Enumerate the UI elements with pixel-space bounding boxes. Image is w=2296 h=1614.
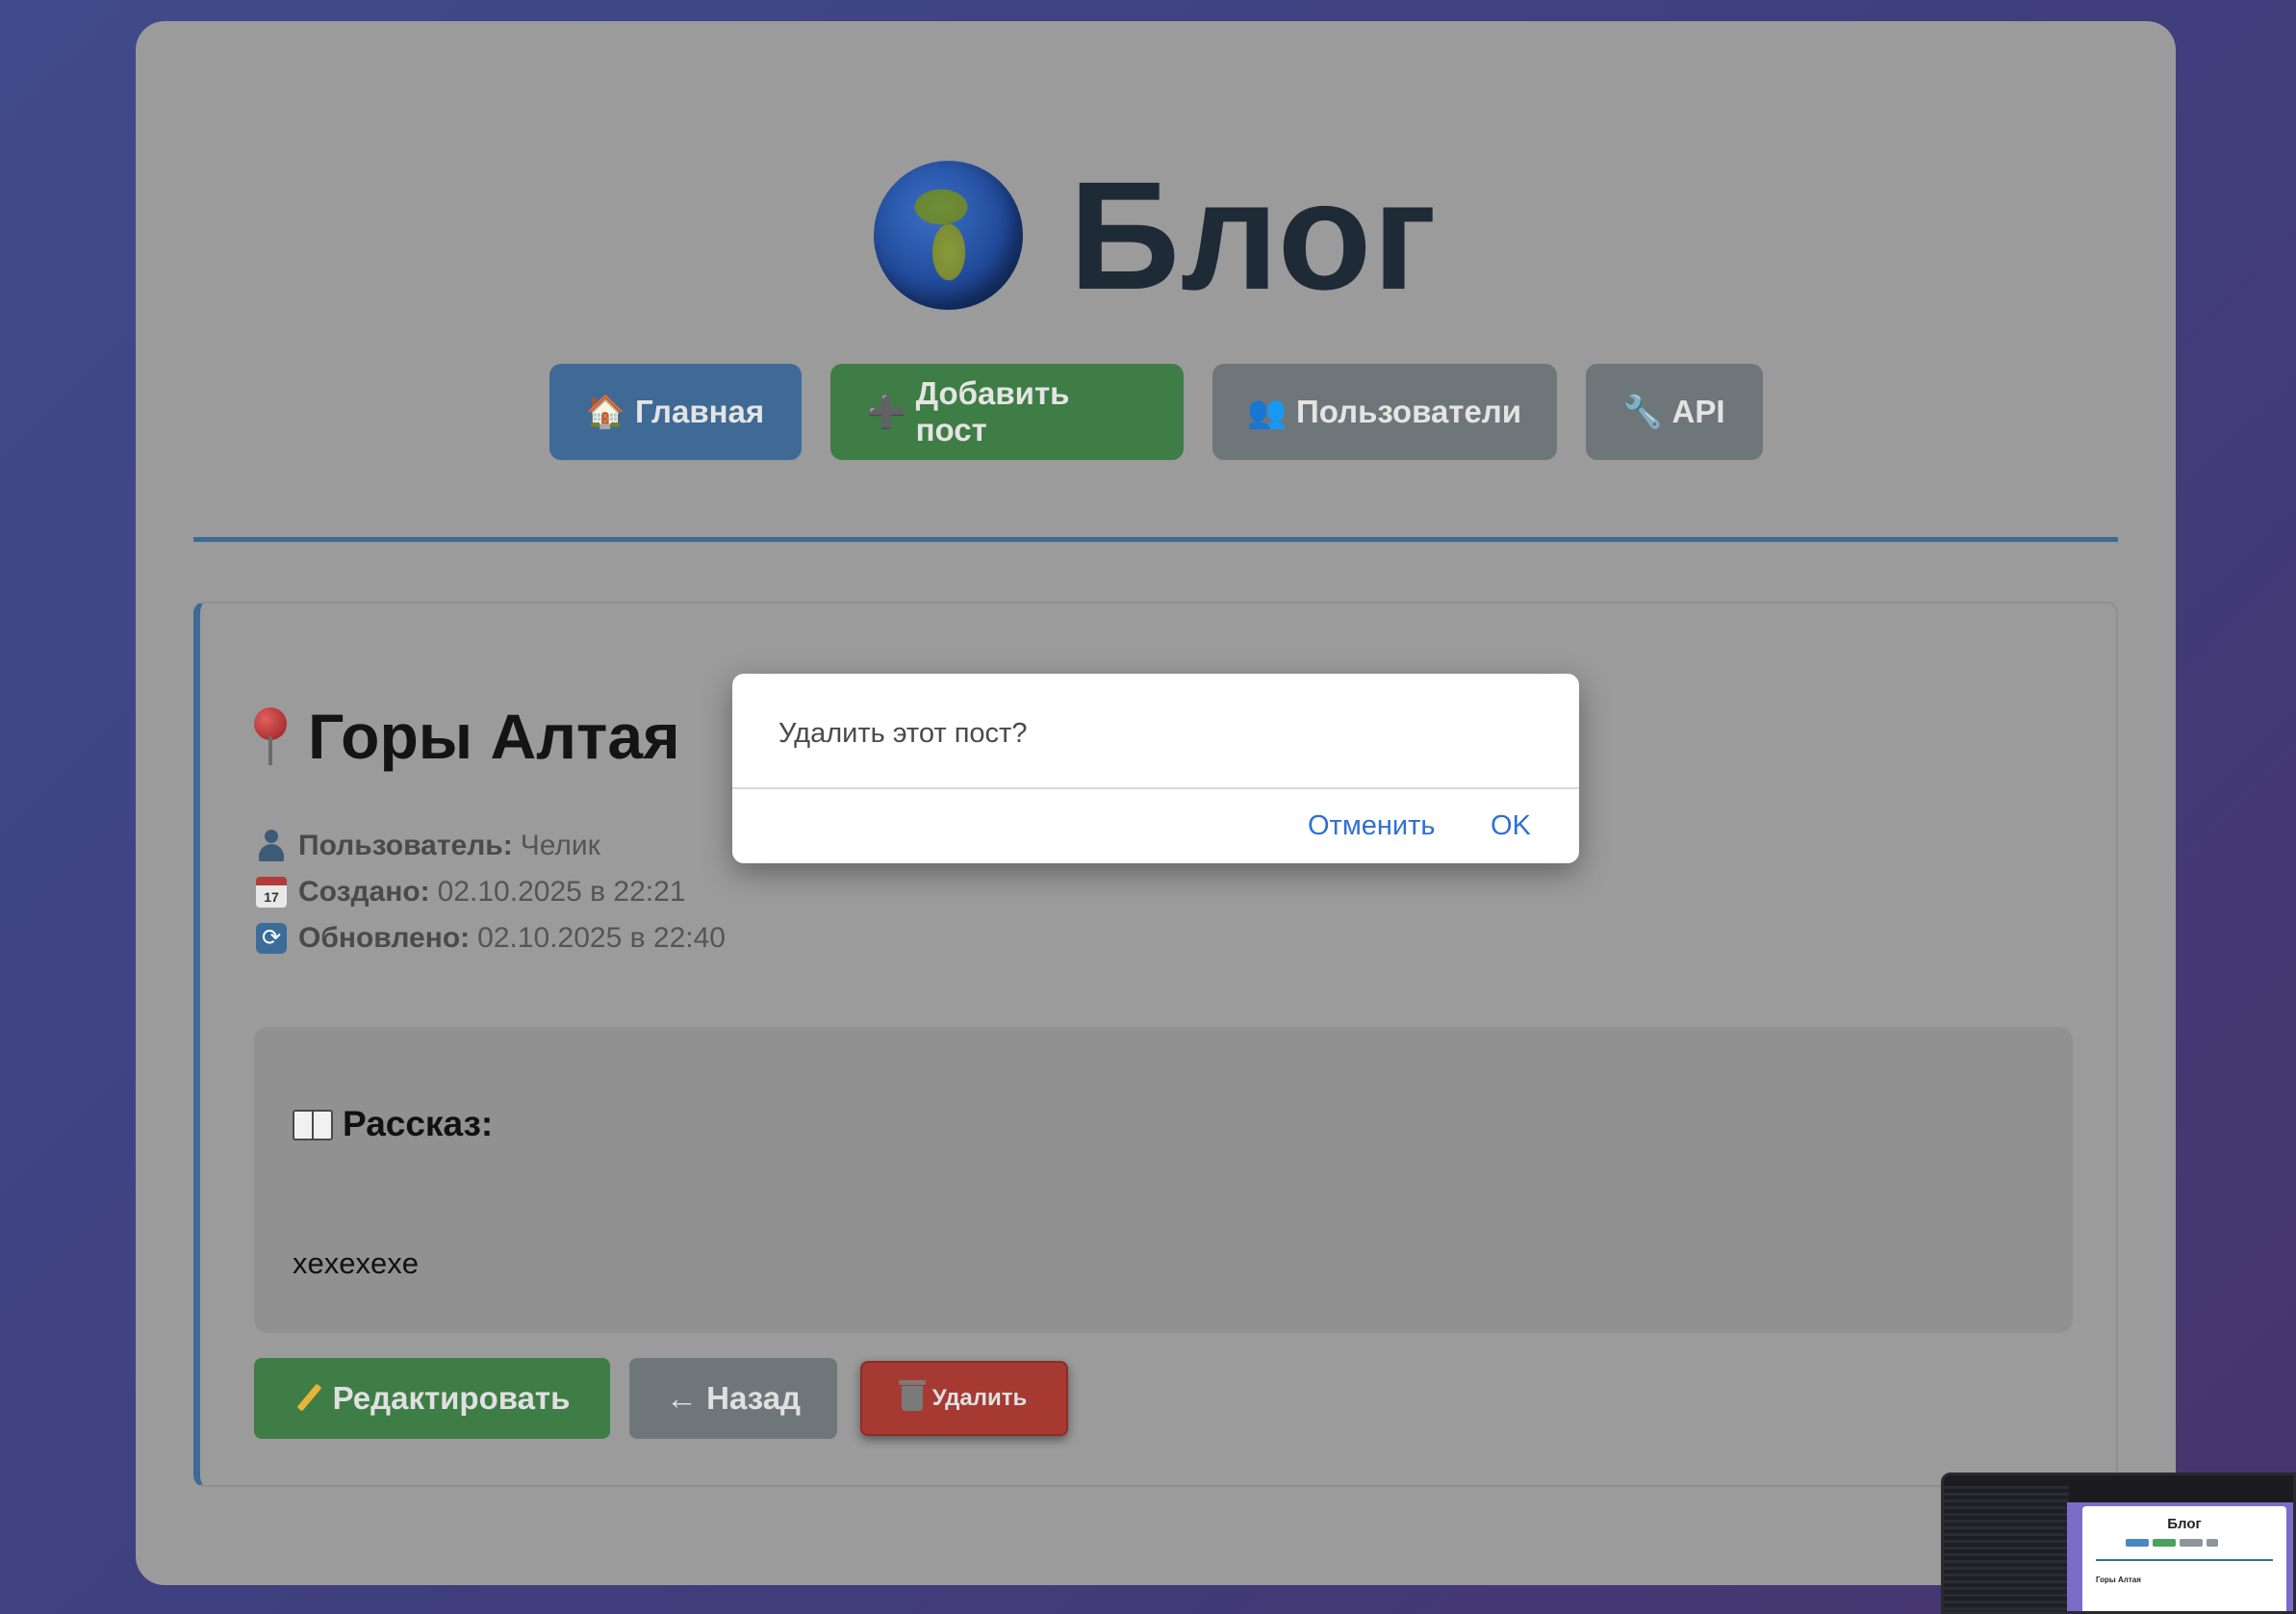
dialog-cancel-button[interactable]: Отменить	[1308, 810, 1436, 842]
wrench-icon: 🔧	[1622, 393, 1663, 429]
book-icon	[293, 1110, 333, 1140]
thumbnail-title: Блог	[2167, 1516, 2202, 1532]
meta-created-value: 02.10.2025 в 22:21	[437, 876, 686, 908]
dialog-ok-button[interactable]: OK	[1491, 810, 1531, 842]
dialog-message: Удалить этот пост?	[778, 718, 1028, 749]
thumbnail-page: Блог Горы Алтая	[2082, 1506, 2286, 1611]
main-nav: 🏠 Главная ➕ Добавить пост 👥 Пользователи…	[136, 364, 2176, 460]
pencil-icon	[294, 1384, 323, 1413]
thumbnail-code-editor	[1944, 1485, 2069, 1611]
meta-updated-value: 02.10.2025 в 22:40	[477, 922, 726, 954]
meta-user-label: Пользователь:	[298, 830, 513, 861]
delete-button[interactable]: Удалить	[860, 1361, 1068, 1436]
edit-button[interactable]: Редактировать	[254, 1358, 610, 1439]
back-button[interactable]: ← Назад	[629, 1358, 837, 1439]
nav-api-label: API	[1671, 394, 1725, 429]
post-title: Горы Алтая	[254, 700, 680, 773]
screenshot-thumbnail[interactable]: Блог Горы Алтая	[1941, 1473, 2296, 1614]
post-meta: Пользователь: Челик 17 Создано: 02.10.20…	[254, 823, 726, 961]
meta-updated-label: Обновлено:	[298, 922, 471, 954]
users-icon: 👥	[1246, 393, 1288, 429]
confirm-dialog: Удалить этот пост? Отменить OK	[732, 674, 1579, 863]
globe-icon	[874, 161, 1024, 310]
site-header: Блог	[136, 156, 2176, 315]
nav-add-post-label: Добавить пост	[915, 375, 1070, 448]
nav-users-label: Пользователи	[1296, 394, 1522, 429]
thumbnail-nav	[2126, 1539, 2218, 1547]
meta-created: 17 Создано: 02.10.2025 в 22:21	[254, 869, 726, 915]
header-divider	[193, 537, 2118, 542]
nav-home-label: Главная	[634, 394, 765, 429]
back-button-label: ← Назад	[665, 1380, 802, 1416]
meta-updated: ⟳ Обновлено: 02.10.2025 в 22:40	[254, 915, 726, 961]
meta-user: Пользователь: Челик	[254, 823, 726, 869]
refresh-icon: ⟳	[256, 923, 287, 954]
thumbnail-divider	[2096, 1559, 2273, 1561]
dialog-separator	[732, 787, 1579, 789]
site-title: Блог	[1069, 148, 1438, 321]
plus-icon: ➕	[866, 393, 906, 429]
nav-api-button[interactable]: 🔧 API	[1585, 364, 1763, 460]
thumbnail-post-title: Горы Алтая	[2096, 1576, 2141, 1584]
thumbnail-browser: Блог Горы Алтая	[2067, 1502, 2293, 1611]
nav-home-button[interactable]: 🏠 Главная	[548, 364, 802, 460]
delete-button-label: Удалить	[931, 1385, 1028, 1411]
story-box: Рассказ: xexexexe	[254, 1027, 2073, 1333]
nav-add-post-button[interactable]: ➕ Добавить пост	[829, 364, 1184, 460]
story-heading-text: Рассказ:	[343, 1104, 494, 1143]
nav-users-button[interactable]: 👥 Пользователи	[1212, 364, 1557, 460]
house-icon: 🏠	[585, 393, 625, 429]
pin-icon	[254, 707, 287, 765]
user-icon	[257, 830, 286, 862]
story-text: xexexexe	[293, 1246, 419, 1280]
meta-user-value: Челик	[520, 830, 600, 861]
calendar-icon: 17	[256, 877, 287, 908]
meta-created-label: Создано:	[298, 876, 430, 908]
trash-icon	[898, 1380, 926, 1411]
post-title-text: Горы Алтая	[308, 701, 680, 772]
edit-button-label: Редактировать	[332, 1380, 571, 1416]
post-actions: Редактировать ← Назад Удалить	[254, 1358, 1068, 1439]
story-heading: Рассказ:	[293, 1104, 493, 1144]
